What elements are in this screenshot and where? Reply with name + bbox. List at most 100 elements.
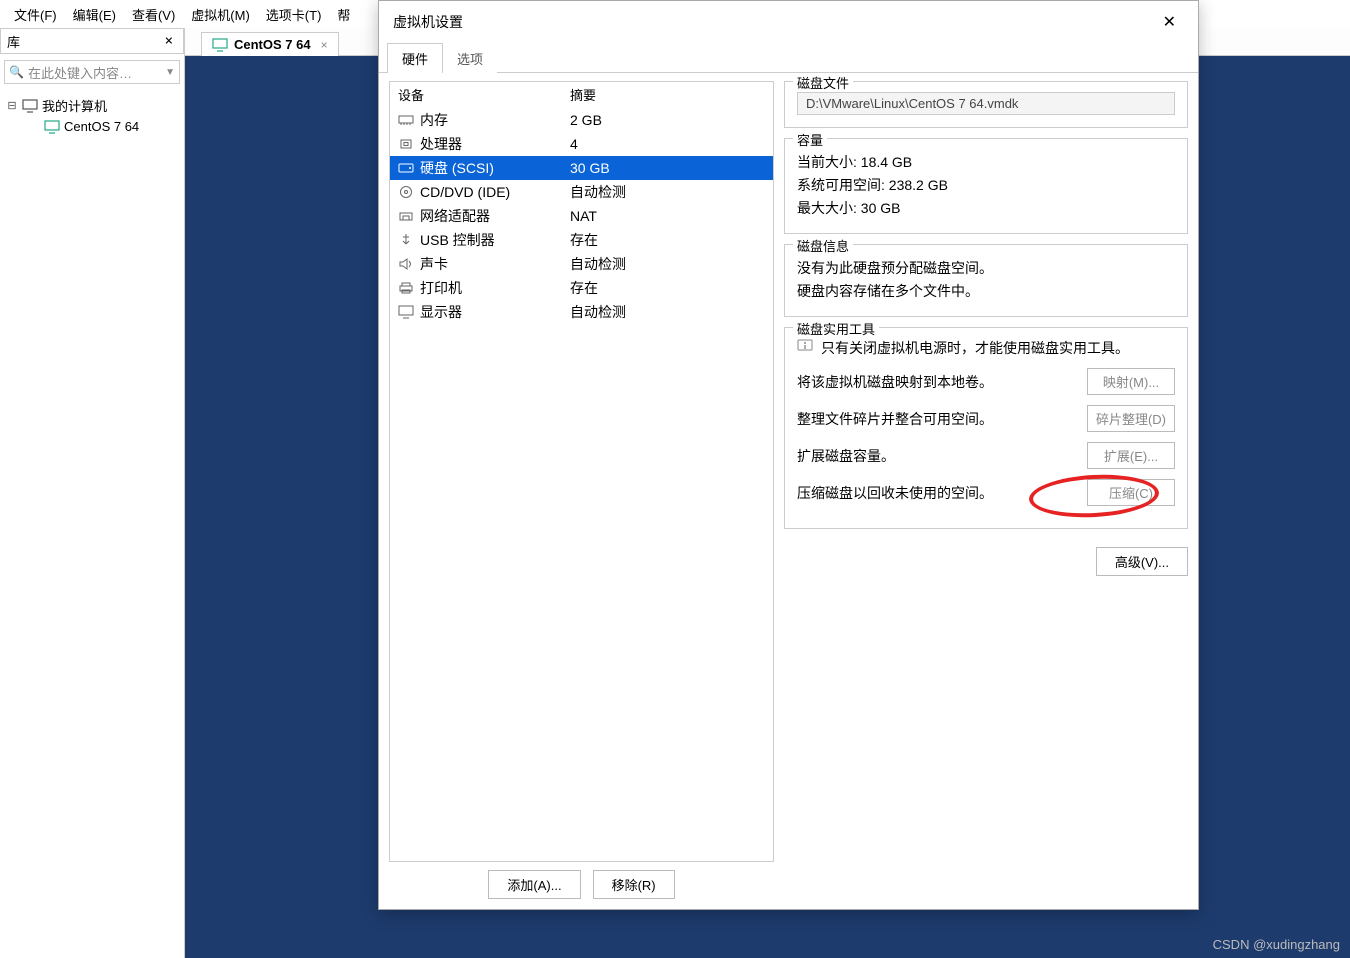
device-row-cpu[interactable]: 处理器 4 [390,132,773,156]
disk-util-label: 磁盘实用工具 [793,319,879,338]
tab-centos[interactable]: CentOS 7 64 × [201,32,339,56]
library-search-input[interactable]: 🔍 在此处键入内容… ▼ [4,60,180,84]
device-name: 网络适配器 [420,206,490,226]
disk-file-group: 磁盘文件 D:\VMware\Linux\CentOS 7 64.vmdk [784,81,1188,128]
device-row-snd[interactable]: 声卡 自动检测 [390,252,773,276]
dialog-tabs: 硬件 选项 [379,43,1198,73]
util-note-text: 只有关闭虚拟机电源时，才能使用磁盘实用工具。 [821,338,1129,358]
tab-close-icon[interactable]: × [321,38,328,52]
dialog-titlebar: 虚拟机设置 ✕ [379,1,1198,43]
device-name: 处理器 [420,134,462,154]
usb-icon [398,233,414,247]
disk-file-label: 磁盘文件 [793,73,853,92]
device-detail-column: 磁盘文件 D:\VMware\Linux\CentOS 7 64.vmdk 容量… [784,81,1188,899]
menu-help[interactable]: 帮 [329,1,358,28]
device-summary: 2 GB [570,112,602,128]
device-list-header: 设备 摘要 [390,82,773,108]
device-name: 声卡 [420,254,448,274]
disp-icon [398,305,414,319]
mem-icon [398,113,414,127]
device-row-disp[interactable]: 显示器 自动检测 [390,300,773,324]
device-row-mem[interactable]: 内存 2 GB [390,108,773,132]
defrag-text: 整理文件碎片并整合可用空间。 [797,409,1077,429]
tab-label: CentOS 7 64 [234,37,311,52]
menu-vm[interactable]: 虚拟机(M) [183,1,258,28]
device-summary: 自动检测 [570,254,626,274]
advanced-button[interactable]: 高级(V)... [1096,547,1188,576]
prn-icon [398,281,414,295]
vm-icon [212,38,228,52]
watermark: CSDN @xudingzhang [1213,937,1340,952]
expand-button[interactable]: 扩展(E)... [1087,442,1175,469]
add-device-button[interactable]: 添加(A)... [488,870,580,899]
defrag-button[interactable]: 碎片整理(D) [1087,405,1175,432]
capacity-group: 容量 当前大小: 18.4 GB 系统可用空间: 238.2 GB 最大大小: … [784,138,1188,234]
device-name: 打印机 [420,278,462,298]
map-text: 将该虚拟机磁盘映射到本地卷。 [797,372,1077,392]
header-summary: 摘要 [570,85,596,104]
snd-icon [398,257,414,271]
compact-text: 压缩磁盘以回收未使用的空间。 [797,483,1077,503]
disk-info-1: 没有为此硬盘预分配磁盘空间。 [797,258,1175,278]
library-close-button[interactable]: × [161,33,177,49]
info-icon [797,338,813,354]
device-name: 显示器 [420,302,462,322]
map-button[interactable]: 映射(M)... [1087,368,1175,395]
tree-item-centos[interactable]: CentOS 7 64 [6,117,178,136]
device-row-net[interactable]: 网络适配器 NAT [390,204,773,228]
device-summary: 自动检测 [570,302,626,322]
device-list-column: 设备 摘要 内存 2 GB 处理器 4 硬盘 (SCSI) 30 GB CD/DVD (ID… [389,81,774,899]
disk-util-group: 磁盘实用工具 只有关闭虚拟机电源时，才能使用磁盘实用工具。 将该虚拟机磁盘映射到… [784,327,1188,529]
current-size: 当前大小: 18.4 GB [797,152,1175,172]
dialog-close-button[interactable]: ✕ [1155,10,1184,34]
cd-icon [398,185,414,199]
device-summary: 自动检测 [570,182,626,202]
max-size: 最大大小: 30 GB [797,198,1175,218]
tab-hardware[interactable]: 硬件 [387,43,443,73]
vm-settings-dialog: 虚拟机设置 ✕ 硬件 选项 设备 摘要 内存 2 GB 处理器 4 硬盘 (SCSI) 3… [378,0,1199,910]
device-row-usb[interactable]: USB 控制器 存在 [390,228,773,252]
device-name: CD/DVD (IDE) [420,184,510,200]
tab-options[interactable]: 选项 [443,44,497,73]
tree-item-label: CentOS 7 64 [64,119,139,134]
library-title: 库 [7,32,20,51]
device-summary: 4 [570,136,578,152]
menu-tabs[interactable]: 选项卡(T) [258,1,330,28]
compact-button[interactable]: 压缩(C) [1087,479,1175,506]
device-summary: 存在 [570,230,598,250]
disk-file-path[interactable]: D:\VMware\Linux\CentOS 7 64.vmdk [797,92,1175,115]
device-list: 设备 摘要 内存 2 GB 处理器 4 硬盘 (SCSI) 30 GB CD/DVD (ID… [389,81,774,862]
hdd-icon [398,161,414,175]
device-row-hdd[interactable]: 硬盘 (SCSI) 30 GB [390,156,773,180]
library-panel: 库 × 🔍 在此处键入内容… ▼ ⊟ 我的计算机 CentOS 7 64 [0,28,185,958]
tree-root[interactable]: ⊟ 我的计算机 [6,94,178,117]
device-name: USB 控制器 [420,230,495,250]
header-device: 设备 [398,85,570,104]
library-tree: ⊟ 我的计算机 CentOS 7 64 [0,90,184,140]
search-icon: 🔍 [9,65,24,79]
chevron-down-icon[interactable]: ▼ [165,67,175,78]
library-search-placeholder: 在此处键入内容… [28,63,132,82]
capacity-label: 容量 [793,130,827,149]
menu-view[interactable]: 查看(V) [124,1,183,28]
device-summary: 30 GB [570,160,610,176]
expand-text: 扩展磁盘容量。 [797,446,1077,466]
tree-root-label: 我的计算机 [42,96,107,115]
menu-file[interactable]: 文件(F) [6,1,65,28]
disk-info-group: 磁盘信息 没有为此硬盘预分配磁盘空间。 硬盘内容存储在多个文件中。 [784,244,1188,317]
device-name: 硬盘 (SCSI) [420,158,494,178]
device-row-cd[interactable]: CD/DVD (IDE) 自动检测 [390,180,773,204]
remove-device-button[interactable]: 移除(R) [593,870,675,899]
menu-edit[interactable]: 编辑(E) [65,1,124,28]
device-name: 内存 [420,110,448,130]
dialog-title: 虚拟机设置 [393,12,463,32]
collapse-icon[interactable]: ⊟ [6,99,18,112]
cpu-icon [398,137,414,151]
device-row-prn[interactable]: 打印机 存在 [390,276,773,300]
device-summary: NAT [570,208,597,224]
net-icon [398,209,414,223]
device-summary: 存在 [570,278,598,298]
disk-info-2: 硬盘内容存储在多个文件中。 [797,281,1175,301]
library-header: 库 × [0,28,184,54]
computer-icon [22,99,38,113]
